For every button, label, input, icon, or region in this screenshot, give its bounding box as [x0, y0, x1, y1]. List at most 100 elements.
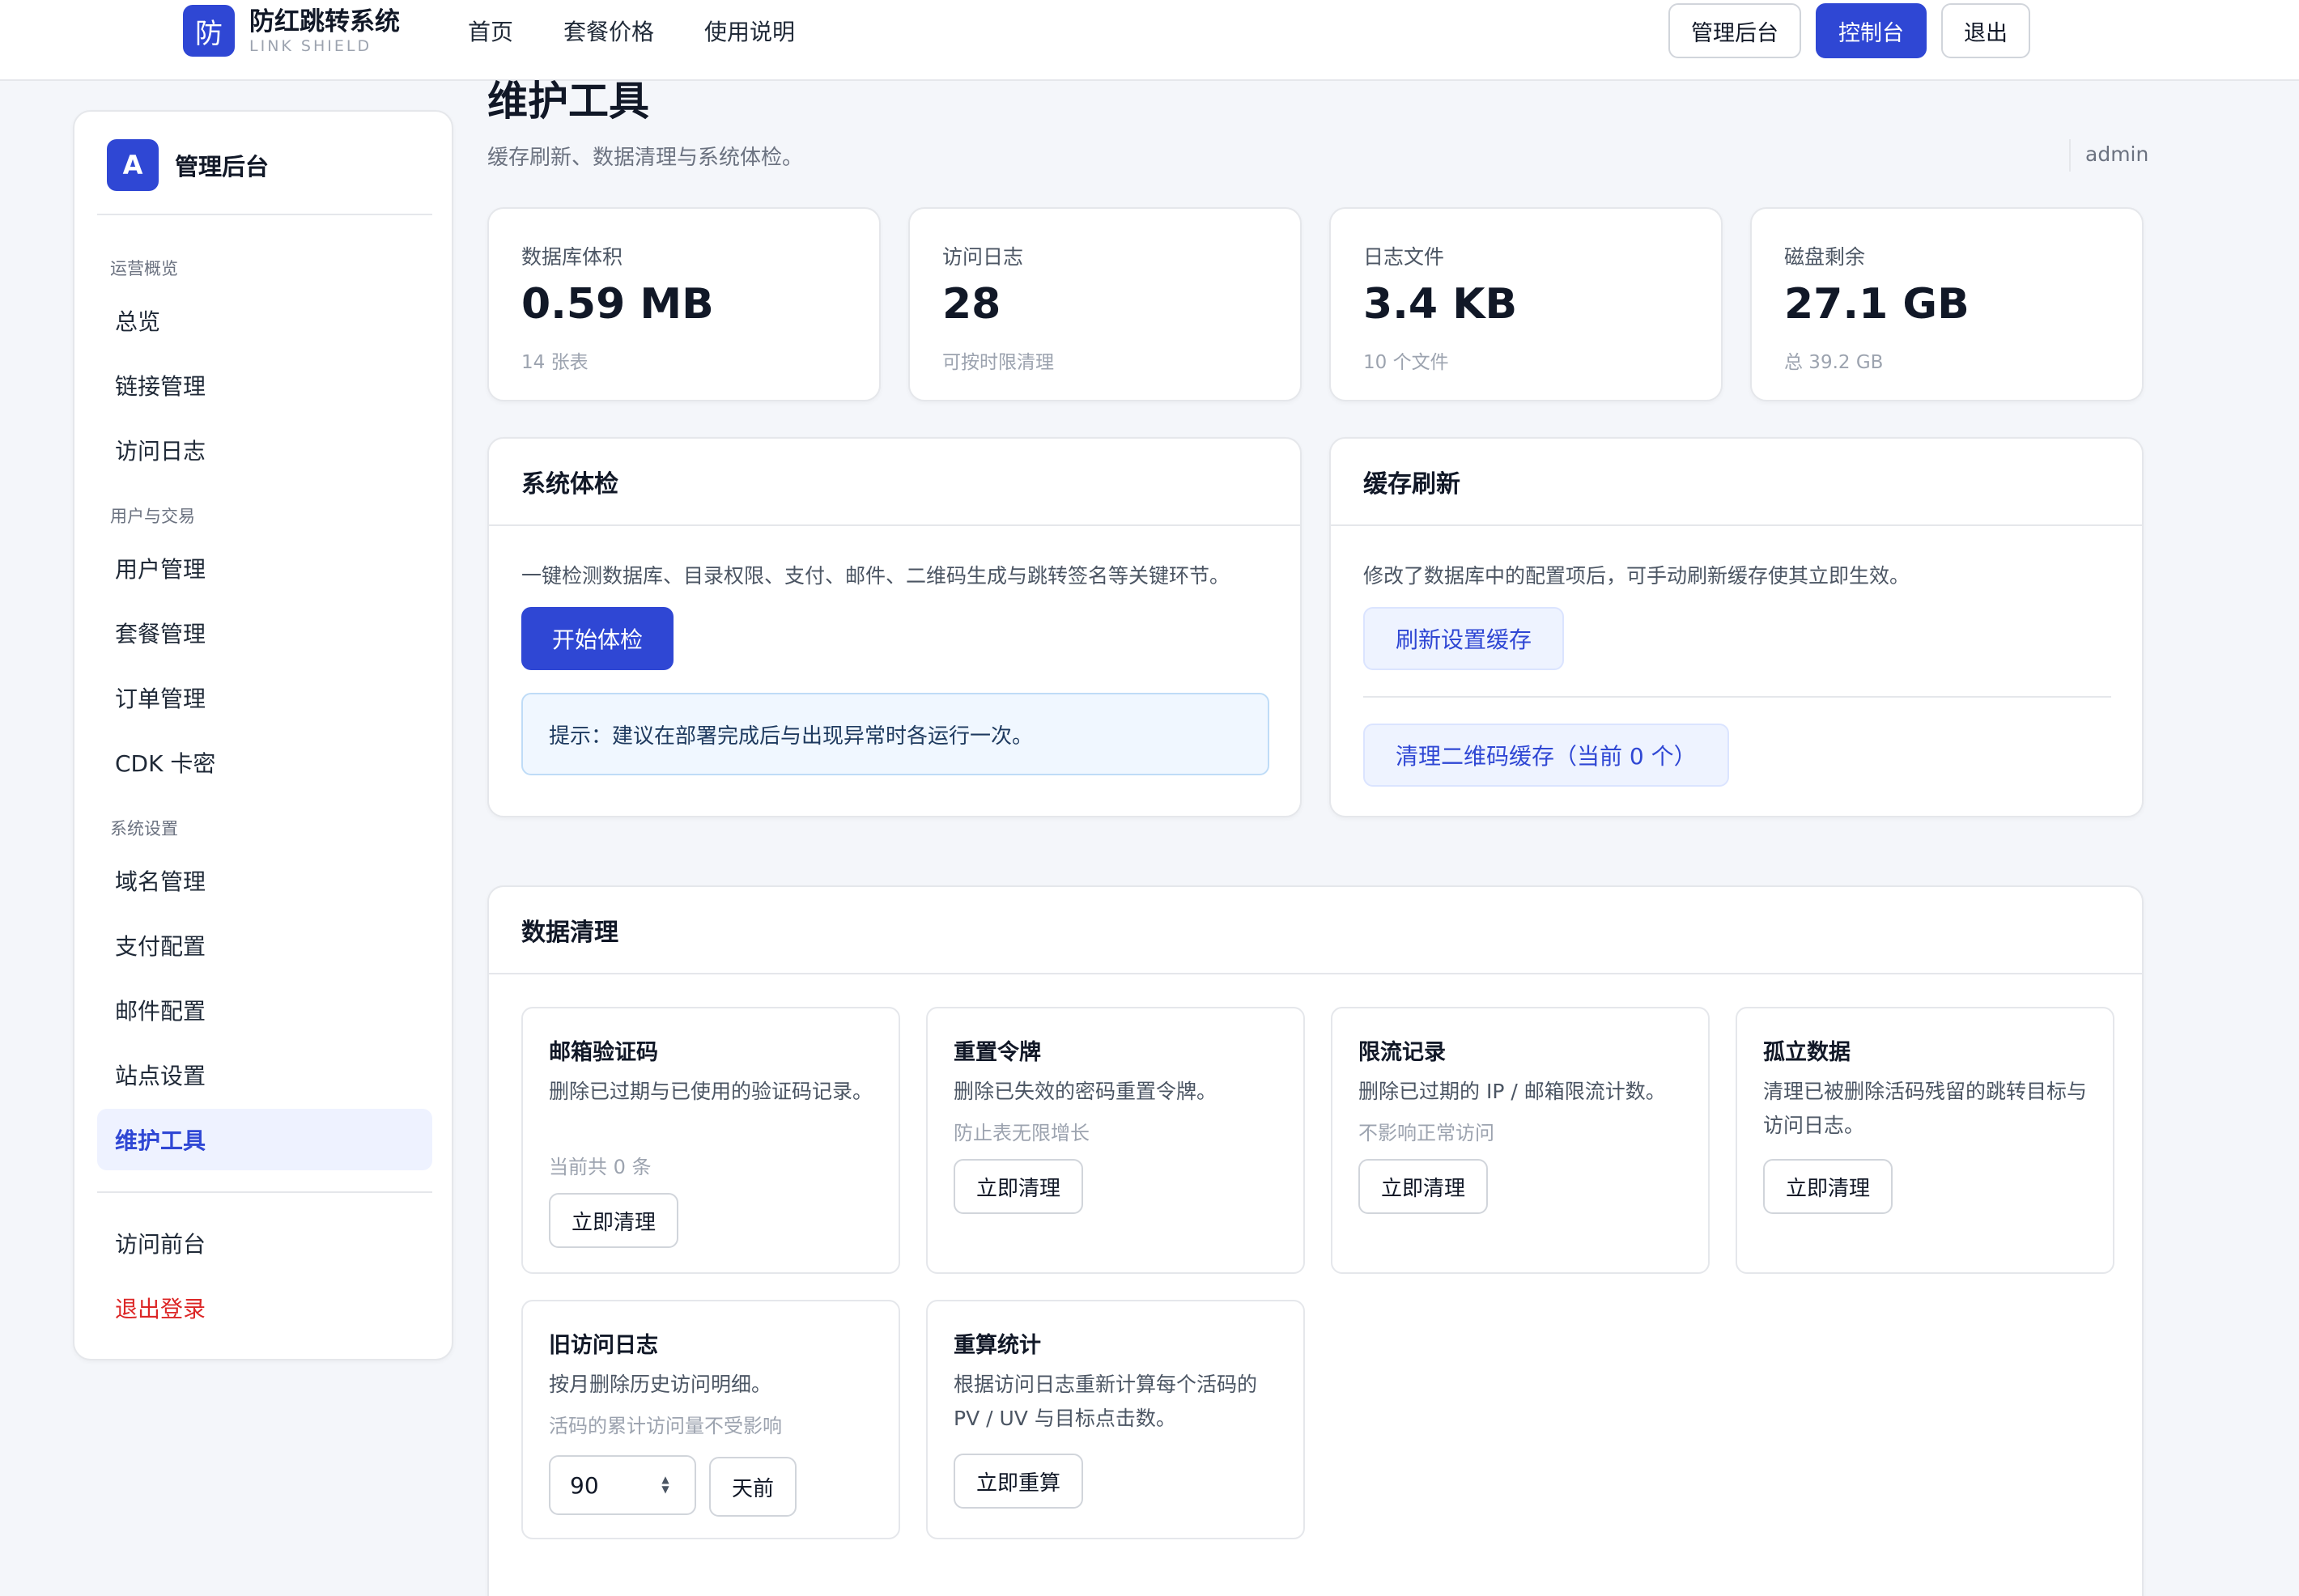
stat-label: 磁盘剩余 — [1784, 245, 1866, 269]
stat-card-visits: 访问日志 28 可按时限清理 — [908, 207, 1302, 401]
stat-card-disk: 磁盘剩余 27.1 GB 总 39.2 GB — [1750, 207, 2144, 401]
tip-box: 提示：建议在部署完成后与出现异常时各运行一次。 — [521, 693, 1269, 775]
stat-value: 3.4 KB — [1363, 280, 1518, 329]
page-title: 维护工具 — [487, 78, 649, 125]
days-input-value: 90 — [570, 1471, 599, 1499]
mini-note: 当前共 0 条 — [549, 1156, 652, 1178]
sidebar-item-cdk[interactable]: CDK 卡密 — [97, 732, 432, 793]
sidebar-group-overview: 运营概览 — [110, 259, 178, 278]
days-ago-button[interactable]: 天前 — [709, 1457, 797, 1517]
mini-description: 清理已被删除活码残留的跳转目标与访问日志。 — [1763, 1080, 2088, 1137]
sidebar-item-signout[interactable]: 退出登录 — [97, 1277, 432, 1339]
stat-note: 10 个文件 — [1363, 352, 1449, 373]
stat-card-database: 数据库体积 0.59 MB 14 张表 — [487, 207, 881, 401]
cleanup-reset-token: 重置令牌 删除已失效的密码重置令牌。 防止表无限增长 立即清理 — [926, 1007, 1305, 1274]
mini-note: 不影响正常访问 — [1358, 1122, 1494, 1144]
nav-link-home[interactable]: 首页 — [468, 16, 513, 49]
stat-value: 0.59 MB — [521, 280, 714, 329]
sidebar-item-users[interactable]: 用户管理 — [97, 537, 432, 599]
mini-title: 邮箱验证码 — [549, 1040, 658, 1065]
stat-value: 27.1 GB — [1784, 280, 1970, 329]
mini-title: 重算统计 — [954, 1333, 1041, 1358]
mini-title: 旧访问日志 — [549, 1333, 658, 1358]
mini-title: 限流记录 — [1358, 1040, 1446, 1065]
sidebar-title: 管理后台 — [175, 153, 270, 180]
cleanup-rate-limit: 限流记录 删除已过期的 IP / 邮箱限流计数。 不影响正常访问 立即清理 — [1331, 1007, 1710, 1274]
start-health-check-button[interactable]: 开始体检 — [521, 607, 674, 670]
page-subtitle: 缓存刷新、数据清理与系统体检。 — [487, 146, 804, 170]
sidebar-item-links[interactable]: 链接管理 — [97, 354, 432, 416]
sidebar-item-site[interactable]: 站点设置 — [97, 1044, 432, 1106]
admin-button[interactable]: 管理后台 — [1668, 3, 1801, 58]
sidebar-group-users: 用户与交易 — [110, 507, 195, 526]
sidebar-divider — [97, 214, 432, 215]
mini-note: 防止表无限增长 — [954, 1122, 1090, 1144]
days-input[interactable]: 90 ▲ ▼ — [549, 1455, 696, 1515]
sidebar-item-mail[interactable]: 邮件配置 — [97, 979, 432, 1041]
cleanup-recount-stats: 重算统计 根据访问日志重新计算每个活码的 PV / UV 与目标点击数。 立即重… — [926, 1300, 1305, 1539]
clear-qr-cache-button[interactable]: 清理二维码缓存（当前 0 个） — [1363, 724, 1729, 787]
brand-name: 防红跳转系统 — [249, 7, 400, 36]
card-title: 系统体检 — [489, 439, 1300, 526]
mini-description: 删除已过期的 IP / 邮箱限流计数。 — [1358, 1080, 1666, 1103]
card-title: 缓存刷新 — [1331, 439, 2142, 526]
sidebar-item-plans[interactable]: 套餐管理 — [97, 602, 432, 664]
sidebar-header: A 管理后台 — [107, 139, 269, 191]
recount-stats-button[interactable]: 立即重算 — [954, 1454, 1084, 1509]
mini-title: 孤立数据 — [1763, 1040, 1851, 1065]
cleanup-orphan-data: 孤立数据 清理已被删除活码残留的跳转目标与访问日志。 立即清理 — [1736, 1007, 2114, 1274]
stepper-icon[interactable]: ▲ ▼ — [659, 1475, 672, 1497]
stat-note: 总 39.2 GB — [1784, 352, 1884, 373]
sidebar-item-maintenance[interactable]: 维护工具 — [97, 1109, 432, 1170]
sidebar-item-visits[interactable]: 访问日志 — [97, 419, 432, 481]
sidebar-item-domains[interactable]: 域名管理 — [97, 850, 432, 911]
stat-value: 28 — [942, 280, 1001, 329]
brand-logo: 防 — [183, 5, 235, 57]
mini-description: 删除已过期与已使用的验证码记录。 — [549, 1080, 873, 1103]
logout-button[interactable]: 退出 — [1941, 3, 2030, 58]
stat-label: 日志文件 — [1363, 245, 1445, 269]
nav-links: 首页 套餐价格 使用说明 — [468, 16, 845, 49]
sidebar-item-payment[interactable]: 支付配置 — [97, 915, 432, 976]
clear-orphan-data-button[interactable]: 立即清理 — [1763, 1159, 1893, 1214]
brand[interactable]: 防 防红跳转系统 LINK SHIELD — [183, 5, 400, 57]
nav-actions: 管理后台 控制台 退出 — [1654, 3, 2030, 58]
card-divider — [1363, 696, 2111, 698]
top-nav: 防 防红跳转系统 LINK SHIELD 首页 套餐价格 使用说明 管理后台 控… — [0, 0, 2299, 81]
sidebar-divider — [97, 1191, 432, 1193]
cleanup-old-visits: 旧访问日志 按月删除历史访问明细。 活码的累计访问量不受影响 90 ▲ ▼ 天前 — [521, 1300, 900, 1539]
clear-email-code-button[interactable]: 立即清理 — [549, 1193, 679, 1248]
sidebar: A 管理后台 运营概览 总览 链接管理 访问日志 用户与交易 用户管理 套餐管理… — [73, 110, 453, 1360]
cache-refresh-card: 缓存刷新 修改了数据库中的配置项后，可手动刷新缓存使其立即生效。 刷新设置缓存 … — [1329, 437, 2144, 817]
data-cleanup-card: 数据清理 邮箱验证码 删除已过期与已使用的验证码记录。 当前共 0 条 立即清理… — [487, 885, 2144, 1596]
sidebar-item-dashboard[interactable]: 总览 — [97, 290, 432, 351]
nav-link-pricing[interactable]: 套餐价格 — [563, 16, 654, 49]
mini-description: 删除已失效的密码重置令牌。 — [954, 1080, 1217, 1103]
nav-link-guide[interactable]: 使用说明 — [704, 16, 795, 49]
current-user: admin — [2085, 142, 2149, 166]
stat-label: 访问日志 — [942, 245, 1024, 269]
stat-label: 数据库体积 — [521, 245, 623, 269]
console-button[interactable]: 控制台 — [1816, 3, 1927, 58]
health-check-card: 系统体检 一键检测数据库、目录权限、支付、邮件、二维码生成与跳转签名等关键环节。… — [487, 437, 1302, 817]
brand-subtitle: LINK SHIELD — [249, 37, 372, 55]
cleanup-email-code: 邮箱验证码 删除已过期与已使用的验证码记录。 当前共 0 条 立即清理 — [521, 1007, 900, 1274]
mini-description: 按月删除历史访问明细。 — [549, 1373, 772, 1396]
stat-card-logfiles: 日志文件 3.4 KB 10 个文件 — [1329, 207, 1723, 401]
avatar: A — [107, 139, 159, 191]
clear-rate-limit-button[interactable]: 立即清理 — [1358, 1159, 1489, 1214]
card-description: 一键检测数据库、目录权限、支付、邮件、二维码生成与跳转签名等关键环节。 — [521, 564, 1230, 588]
sidebar-item-orders[interactable]: 订单管理 — [97, 667, 432, 728]
stat-note: 可按时限清理 — [942, 352, 1054, 373]
sidebar-group-settings: 系统设置 — [110, 819, 178, 838]
refresh-settings-cache-button[interactable]: 刷新设置缓存 — [1363, 607, 1565, 670]
stat-note: 14 张表 — [521, 352, 589, 373]
brand-text: 防红跳转系统 LINK SHIELD — [249, 6, 400, 55]
mini-description: 根据访问日志重新计算每个活码的 PV / UV 与目标点击数。 — [954, 1373, 1258, 1430]
mini-title: 重置令牌 — [954, 1040, 1041, 1065]
sidebar-item-frontend[interactable]: 访问前台 — [97, 1212, 432, 1274]
clear-reset-token-button[interactable]: 立即清理 — [954, 1159, 1084, 1214]
card-description: 修改了数据库中的配置项后，可手动刷新缓存使其立即生效。 — [1363, 564, 1910, 588]
card-title: 数据清理 — [489, 887, 2142, 974]
header-separator — [2069, 139, 2071, 172]
